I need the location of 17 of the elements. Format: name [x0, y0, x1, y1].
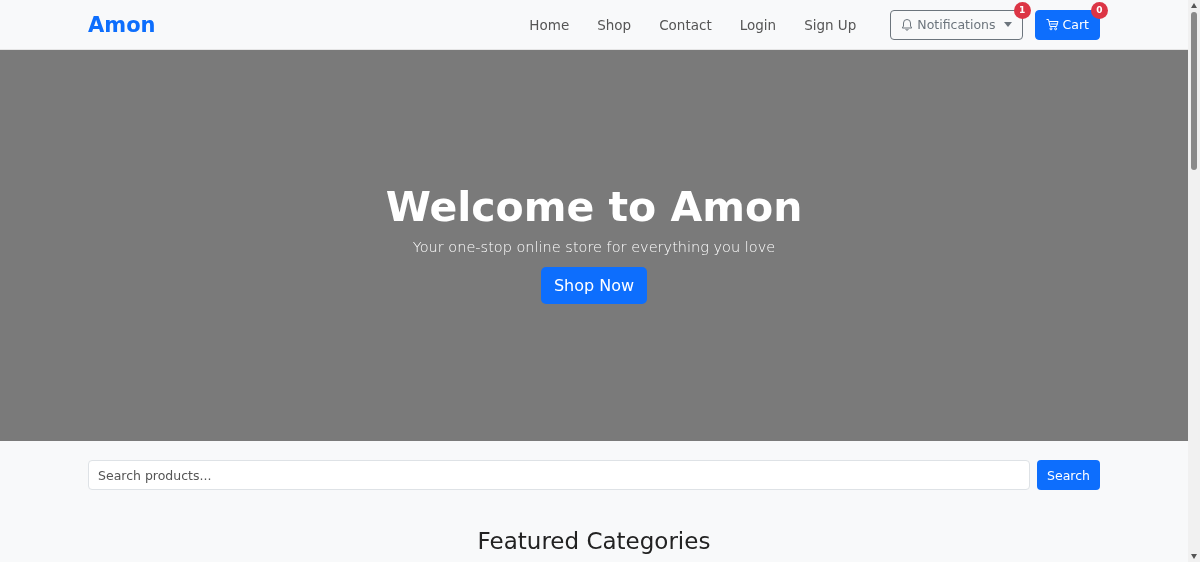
nav-link[interactable]: Shop [583, 8, 646, 41]
search-button[interactable]: Search [1037, 460, 1100, 490]
nav-link[interactable]: Sign Up [790, 8, 871, 41]
brand-logo[interactable]: Amon [88, 12, 156, 37]
nav-link[interactable]: Login [725, 8, 791, 41]
shop-now-button[interactable]: Shop Now [540, 267, 648, 304]
nav-link[interactable]: Home [515, 8, 584, 41]
hero-subtitle: Your one-stop online store for everything you love [412, 239, 776, 255]
hero-title: Welcome to Amon [385, 183, 803, 231]
nav-link[interactable]: Contact [645, 8, 726, 41]
caret-icon [1003, 22, 1012, 27]
search-field[interactable]: Search products... [88, 460, 1031, 490]
cart-count-badge: 0 [1091, 1, 1108, 19]
notification-count-badge: 1 [1013, 1, 1031, 19]
cart-icon [1045, 18, 1059, 31]
bell-icon [901, 18, 914, 31]
section-heading: Featured Categories [476, 528, 712, 554]
